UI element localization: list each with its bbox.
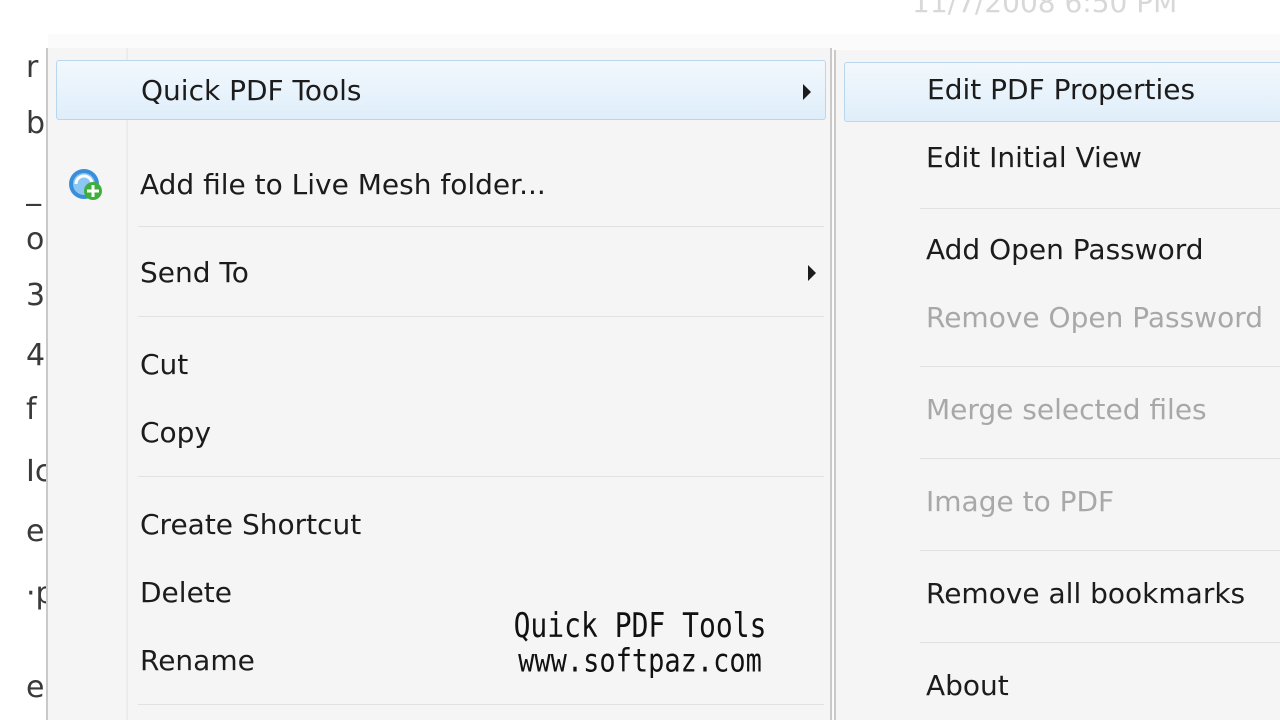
submenu-item-edit-initial-view[interactable]: Edit Initial View bbox=[836, 130, 1280, 190]
submenu-separator bbox=[920, 550, 1280, 551]
menu-item-label: Delete bbox=[140, 576, 232, 609]
background-timestamp: 11/7/2008 6:50 PM bbox=[912, 0, 1178, 19]
background-fragment: 3I bbox=[26, 278, 48, 313]
menu-separator bbox=[138, 226, 824, 227]
background-fragment: ·p bbox=[26, 576, 48, 611]
menu-item-add-to-live-mesh[interactable]: Add file to Live Mesh folder... bbox=[48, 154, 830, 214]
background-fragment: 40 bbox=[26, 338, 48, 373]
menu-item-create-shortcut[interactable]: Create Shortcut bbox=[48, 494, 830, 554]
background-fragment: Ic bbox=[26, 454, 48, 489]
submenu-separator bbox=[920, 458, 1280, 459]
menu-separator bbox=[138, 704, 824, 705]
menu-item-label: Create Shortcut bbox=[140, 508, 362, 541]
submenu-item-image-to-pdf: Image to PDF bbox=[836, 474, 1280, 534]
menu-item-send-to[interactable]: Send To bbox=[48, 242, 830, 302]
submenu-item-remove-open-password: Remove Open Password bbox=[836, 290, 1280, 350]
submenu-separator bbox=[920, 642, 1280, 643]
background-fragment: f bbox=[26, 392, 37, 427]
background-fragment: e bbox=[26, 670, 45, 705]
submenu-item-label: About bbox=[926, 669, 1009, 702]
menu-item-label: Cut bbox=[140, 348, 189, 381]
watermark-title: Quick PDF Tools bbox=[513, 605, 767, 646]
submenu-item-remove-all-bookmarks[interactable]: Remove all bookmarks bbox=[836, 566, 1280, 626]
submenu-item-label: Add Open Password bbox=[926, 233, 1204, 266]
background-fragment: e bbox=[26, 514, 45, 549]
submenu-item-about[interactable]: About bbox=[836, 658, 1280, 718]
menu-separator bbox=[138, 316, 824, 317]
submenu-item-label: Edit PDF Properties bbox=[927, 73, 1196, 106]
live-mesh-icon bbox=[66, 164, 106, 204]
submenu-separator bbox=[920, 366, 1280, 367]
menu-item-quick-pdf-tools[interactable]: Quick PDF Tools bbox=[56, 60, 826, 120]
background-file-list: r b _ os 3I 40 f Ic e ·p e bbox=[0, 0, 48, 720]
menu-item-label: Send To bbox=[140, 256, 249, 289]
menu-item-label: Rename bbox=[140, 644, 255, 677]
background-fragment: _ bbox=[26, 172, 41, 207]
menu-item-label: Add file to Live Mesh folder... bbox=[140, 168, 546, 201]
menu-item-cut[interactable]: Cut bbox=[48, 334, 830, 394]
watermark: Quick PDF Tools www.softpaz.com bbox=[500, 605, 780, 680]
background-fragment: os bbox=[26, 222, 48, 257]
menu-separator bbox=[138, 476, 824, 477]
menu-item-label: Quick PDF Tools bbox=[141, 74, 362, 107]
submenu-item-merge-selected-files: Merge selected files bbox=[836, 382, 1280, 442]
menu-item-label: Copy bbox=[140, 416, 212, 449]
submenu-item-label: Edit Initial View bbox=[926, 141, 1142, 174]
submenu-arrow-icon bbox=[803, 84, 811, 100]
background-fragment: b bbox=[26, 106, 46, 141]
submenu-separator bbox=[920, 208, 1280, 209]
submenu-item-label: Remove all bookmarks bbox=[926, 577, 1246, 610]
watermark-url: www.softpaz.com bbox=[518, 642, 762, 680]
submenu-item-label: Merge selected files bbox=[926, 393, 1207, 426]
submenu-item-label: Image to PDF bbox=[926, 485, 1115, 518]
menu-item-copy[interactable]: Copy bbox=[48, 402, 830, 462]
submenu-item-add-open-password[interactable]: Add Open Password bbox=[836, 222, 1280, 282]
submenu-item-label: Remove Open Password bbox=[926, 301, 1263, 334]
submenu-item-edit-pdf-properties[interactable]: Edit PDF Properties bbox=[844, 62, 1280, 122]
submenu-arrow-icon bbox=[808, 265, 816, 281]
background-fragment: r bbox=[26, 50, 39, 85]
screen: 11/7/2008 6:50 PM r b _ os 3I 40 f Ic e … bbox=[0, 0, 1280, 720]
quick-pdf-tools-submenu: Edit PDF Properties Edit Initial View Ad… bbox=[834, 50, 1280, 720]
